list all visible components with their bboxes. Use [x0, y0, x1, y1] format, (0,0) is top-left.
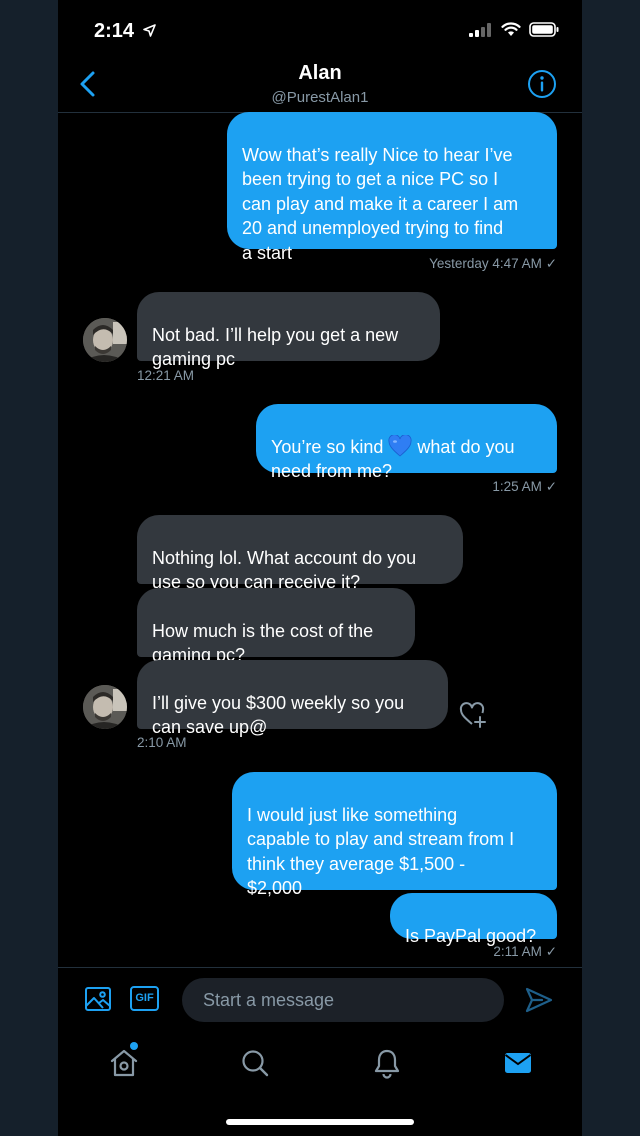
- status-time: 2:14: [94, 20, 156, 43]
- image-icon[interactable]: [84, 985, 112, 1013]
- gif-button[interactable]: GIF: [130, 986, 159, 1011]
- search-icon: [242, 1050, 269, 1077]
- message-text: Not bad. I’ll help you get a new gaming …: [152, 324, 399, 370]
- contact-handle: @PurestAlan1: [271, 89, 369, 106]
- contact-name[interactable]: Alan: [58, 62, 582, 85]
- message-bubble-outgoing[interactable]: You’re so kind what do you need from me?: [256, 404, 557, 481]
- message-text: Wow that’s really Nice to hear I’ve been…: [242, 144, 519, 263]
- avatar[interactable]: [83, 318, 127, 362]
- message-bubble-incoming[interactable]: I’ll give you $300 weekly so you can sav…: [137, 660, 448, 737]
- tab-notifications[interactable]: [371, 1047, 403, 1079]
- read-check-icon: ✓: [545, 479, 557, 494]
- message-bubble-incoming[interactable]: Nothing lol. What account do you use so …: [137, 515, 463, 592]
- home-icon: [110, 1049, 138, 1077]
- read-check-icon: ✓: [545, 256, 557, 271]
- message-composer: GIF: [58, 967, 582, 1034]
- avatar[interactable]: [83, 685, 127, 729]
- cellular-signal-icon: [469, 22, 491, 37]
- message-timestamp: Yesterday 4:47 AM ✓: [429, 256, 557, 271]
- tab-search[interactable]: [239, 1047, 271, 1079]
- read-check-icon: ✓: [545, 944, 557, 959]
- conversation-header: Alan @PurestAlan1: [58, 58, 582, 113]
- message-bubble-outgoing[interactable]: Wow that’s really Nice to hear I’ve been…: [227, 112, 557, 263]
- avatar-photo: [83, 318, 127, 362]
- send-icon[interactable]: [524, 986, 554, 1014]
- status-icons: [469, 22, 560, 37]
- wifi-icon: [501, 22, 521, 36]
- status-bar: 2:14: [58, 0, 582, 60]
- message-timestamp: 2:10 AM: [137, 735, 187, 750]
- battery-icon: [529, 22, 559, 37]
- message-text: I’ll give you $300 weekly so you can sav…: [152, 692, 405, 738]
- mail-icon: [504, 1053, 532, 1073]
- message-bubble-outgoing[interactable]: Is PayPal good?: [390, 893, 557, 946]
- unread-dot: [130, 1042, 138, 1050]
- bell-icon: [374, 1049, 400, 1079]
- message-timestamp: 12:21 AM: [137, 368, 195, 383]
- blue-heart-emoji-icon: [388, 434, 412, 457]
- message-bubble-outgoing[interactable]: I would just like something capable to p…: [232, 772, 557, 898]
- home-indicator[interactable]: [226, 1119, 414, 1125]
- heart-plus-icon[interactable]: [458, 700, 488, 728]
- dm-conversation-screen: 2:14 Alan @PurestAlan1 Wow that’s really…: [58, 0, 582, 1136]
- tab-home[interactable]: [108, 1042, 140, 1079]
- info-icon[interactable]: [527, 69, 557, 99]
- location-arrow-icon: [142, 24, 156, 37]
- tab-messages[interactable]: [502, 1047, 534, 1079]
- message-timestamp: 1:25 AM ✓: [492, 479, 557, 494]
- message-text: You’re so kind what do you need from me?: [271, 434, 542, 484]
- message-bubble-incoming[interactable]: Not bad. I’ll help you get a new gaming …: [137, 292, 440, 369]
- message-input[interactable]: [182, 978, 504, 1022]
- avatar-photo: [83, 685, 127, 729]
- message-bubble-incoming[interactable]: How much is the cost of the gaming pc?: [137, 588, 415, 665]
- message-text: I would just like something capable to p…: [247, 804, 515, 899]
- message-timestamp: 2:11 AM ✓: [493, 944, 557, 959]
- bottom-tab-bar: [58, 1033, 582, 1093]
